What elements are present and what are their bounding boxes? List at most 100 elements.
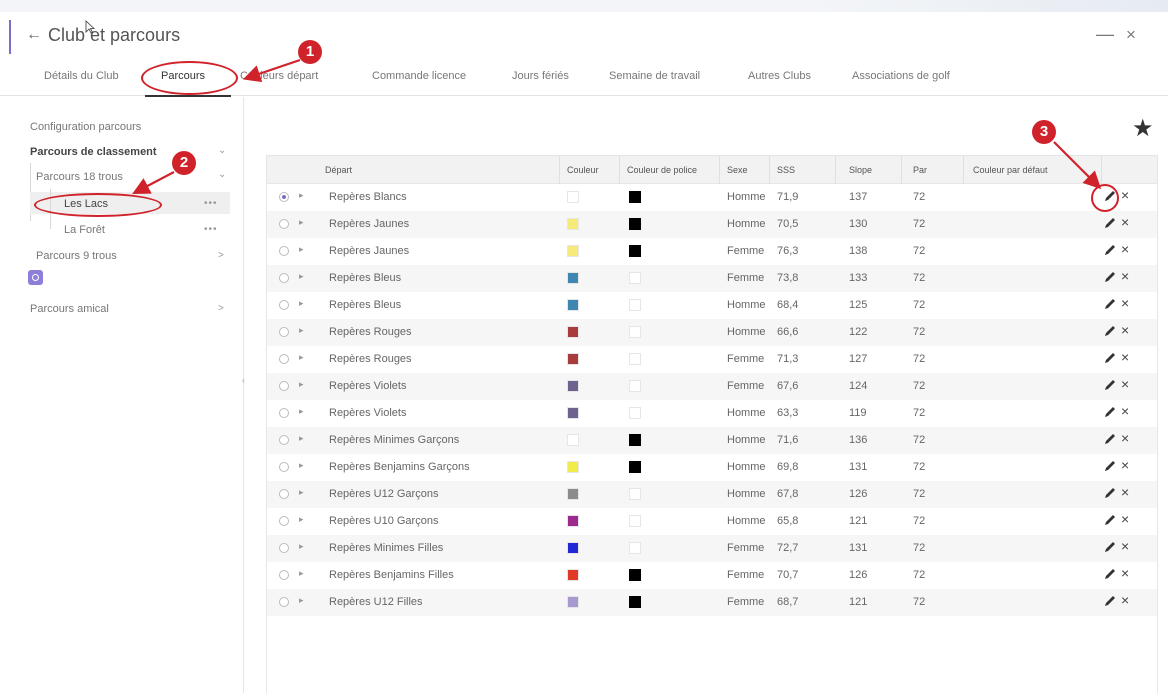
expand-row-icon[interactable]: ▸ xyxy=(299,244,304,255)
more-options-icon[interactable]: ••• xyxy=(204,198,218,209)
sidebar-item-parcours-amical[interactable]: Parcours amical xyxy=(30,303,109,315)
delete-row-icon[interactable]: × xyxy=(1121,592,1129,608)
sidebar-resize-handle[interactable]: ‹ xyxy=(242,375,245,385)
pencil-icon[interactable] xyxy=(1103,350,1117,366)
row-select-radio[interactable] xyxy=(279,516,289,526)
col-header-depart[interactable]: Départ xyxy=(325,165,352,175)
col-header-couleur[interactable]: Couleur xyxy=(567,165,599,175)
close-button[interactable]: × xyxy=(1126,25,1136,45)
sidebar-item-parcours-18-trous[interactable]: Parcours 18 trous xyxy=(36,171,123,183)
back-arrow-icon[interactable]: ← xyxy=(26,26,42,44)
delete-row-icon[interactable]: × xyxy=(1121,349,1129,365)
table-row[interactable]: ▸ Repères Minimes Filles Femme 72,7 131 72 × xyxy=(267,535,1157,562)
tab-couleurs-depart[interactable]: Couleurs départ xyxy=(240,70,318,82)
add-parcours-button[interactable] xyxy=(28,270,43,285)
delete-row-icon[interactable]: × xyxy=(1121,214,1129,230)
pencil-icon[interactable] xyxy=(1103,539,1117,555)
table-row[interactable]: ▸ Repères Minimes Garçons Homme 71,6 136 72 × xyxy=(267,427,1157,454)
pencil-icon[interactable] xyxy=(1103,242,1117,258)
pencil-icon[interactable] xyxy=(1103,512,1117,528)
row-select-radio[interactable] xyxy=(279,543,289,553)
row-select-radio[interactable] xyxy=(279,273,289,283)
row-select-radio[interactable] xyxy=(279,570,289,580)
expand-row-icon[interactable]: ▸ xyxy=(299,406,304,417)
table-row[interactable]: ▸ Repères U10 Garçons Homme 65,8 121 72 × xyxy=(267,508,1157,535)
pencil-icon[interactable] xyxy=(1103,593,1117,609)
table-row[interactable]: ▸ Repères Rouges Homme 66,6 122 72 × xyxy=(267,319,1157,346)
table-row[interactable]: ▸ Repères Benjamins Garçons Homme 69,8 131 72… xyxy=(267,454,1157,481)
pencil-icon[interactable] xyxy=(1103,296,1117,312)
expand-row-icon[interactable]: ▸ xyxy=(299,514,304,525)
pencil-icon[interactable] xyxy=(1103,269,1117,285)
expand-row-icon[interactable]: ▸ xyxy=(299,298,304,309)
tab-commande-licence[interactable]: Commande licence xyxy=(372,70,466,82)
table-row[interactable]: ▸ Repères Rouges Femme 71,3 127 72 × xyxy=(267,346,1157,373)
pencil-icon[interactable] xyxy=(1103,377,1117,393)
row-select-radio[interactable] xyxy=(279,381,289,391)
tab-autres-clubs[interactable]: Autres Clubs xyxy=(748,70,811,82)
expand-row-icon[interactable]: ▸ xyxy=(299,325,304,336)
tab-semaine-travail[interactable]: Semaine de travail xyxy=(609,70,700,82)
table-row[interactable]: ▸ Repères Bleus Femme 73,8 133 72 × xyxy=(267,265,1157,292)
minimize-button[interactable]: — xyxy=(1096,24,1114,45)
table-row[interactable]: ▸ Repères U12 Filles Femme 68,7 121 72 × xyxy=(267,589,1157,616)
table-row[interactable]: ▸ Repères Bleus Homme 68,4 125 72 × xyxy=(267,292,1157,319)
sidebar-item-la-foret[interactable]: La Forêt xyxy=(64,224,105,236)
row-select-radio[interactable] xyxy=(279,408,289,418)
row-select-radio[interactable] xyxy=(279,597,289,607)
row-select-radio[interactable] xyxy=(279,192,289,202)
pencil-icon[interactable] xyxy=(1103,404,1117,420)
chevron-down-icon[interactable]: ⌄ xyxy=(218,145,226,156)
table-row[interactable]: ▸ Repères Jaunes Homme 70,5 130 72 × xyxy=(267,211,1157,238)
table-row[interactable]: ▸ Repères Jaunes Femme 76,3 138 72 × xyxy=(267,238,1157,265)
delete-row-icon[interactable]: × xyxy=(1121,565,1129,581)
tab-associations-golf[interactable]: Associations de golf xyxy=(852,70,950,82)
delete-row-icon[interactable]: × xyxy=(1121,403,1129,419)
delete-row-icon[interactable]: × xyxy=(1121,322,1129,338)
row-select-radio[interactable] xyxy=(279,354,289,364)
col-header-sss[interactable]: SSS xyxy=(777,165,795,175)
col-header-couleur-police[interactable]: Couleur de police xyxy=(627,165,697,175)
table-row[interactable]: ▸ Repères Benjamins Filles Femme 70,7 126 72 × xyxy=(267,562,1157,589)
tab-jours-feries[interactable]: Jours fériés xyxy=(512,70,569,82)
pencil-icon[interactable] xyxy=(1103,458,1117,474)
delete-row-icon[interactable]: × xyxy=(1121,484,1129,500)
expand-row-icon[interactable]: ▸ xyxy=(299,217,304,228)
expand-row-icon[interactable]: ▸ xyxy=(299,460,304,471)
row-select-radio[interactable] xyxy=(279,300,289,310)
delete-row-icon[interactable]: × xyxy=(1121,187,1129,203)
expand-row-icon[interactable]: ▸ xyxy=(299,379,304,390)
sidebar-item-parcours-classement[interactable]: Parcours de classement xyxy=(30,146,157,158)
delete-row-icon[interactable]: × xyxy=(1121,457,1129,473)
favorite-star-icon[interactable]: ★ xyxy=(1132,114,1154,143)
row-select-radio[interactable] xyxy=(279,327,289,337)
delete-row-icon[interactable]: × xyxy=(1121,430,1129,446)
pencil-icon[interactable] xyxy=(1103,323,1117,339)
delete-row-icon[interactable]: × xyxy=(1121,538,1129,554)
table-row[interactable]: ▸ Repères Blancs Homme 71,9 137 72 × xyxy=(267,184,1157,211)
expand-row-icon[interactable]: ▸ xyxy=(299,487,304,498)
expand-row-icon[interactable]: ▸ xyxy=(299,433,304,444)
delete-row-icon[interactable]: × xyxy=(1121,268,1129,284)
delete-row-icon[interactable]: × xyxy=(1121,511,1129,527)
table-row[interactable]: ▸ Repères Violets Femme 67,6 124 72 × xyxy=(267,373,1157,400)
tab-details-club[interactable]: Détails du Club xyxy=(44,70,119,82)
pencil-icon[interactable] xyxy=(1103,485,1117,501)
expand-row-icon[interactable]: ▸ xyxy=(299,568,304,579)
sidebar-item-parcours-9-trous[interactable]: Parcours 9 trous xyxy=(36,250,117,262)
col-header-sexe[interactable]: Sexe xyxy=(727,165,748,175)
chevron-right-icon[interactable]: > xyxy=(218,250,224,261)
col-header-slope[interactable]: Slope xyxy=(849,165,872,175)
table-row[interactable]: ▸ Repères U12 Garçons Homme 67,8 126 72 × xyxy=(267,481,1157,508)
pencil-icon[interactable] xyxy=(1103,431,1117,447)
row-select-radio[interactable] xyxy=(279,462,289,472)
row-select-radio[interactable] xyxy=(279,435,289,445)
chevron-down-icon[interactable]: ⌄ xyxy=(218,169,226,180)
expand-row-icon[interactable]: ▸ xyxy=(299,190,304,201)
col-header-par[interactable]: Par xyxy=(913,165,927,175)
pencil-icon[interactable] xyxy=(1103,566,1117,582)
row-select-radio[interactable] xyxy=(279,489,289,499)
expand-row-icon[interactable]: ▸ xyxy=(299,271,304,282)
expand-row-icon[interactable]: ▸ xyxy=(299,541,304,552)
delete-row-icon[interactable]: × xyxy=(1121,376,1129,392)
